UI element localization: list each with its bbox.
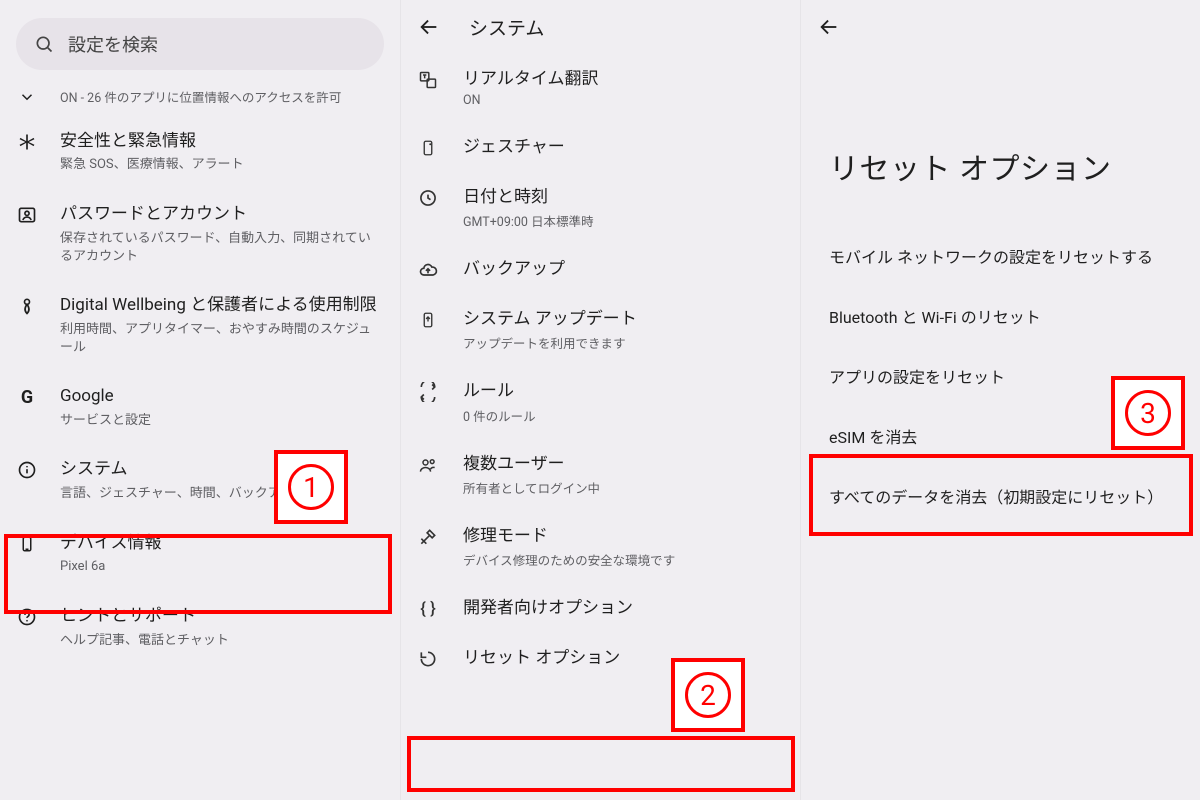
row-sub: 言語、ジェスチャー、時間、バックアップ [60,485,382,503]
row-sub: ON [463,93,782,108]
search-bar[interactable]: 設定を検索 [16,18,384,70]
sys-row-reset[interactable]: リセット オプション [401,633,800,683]
wellbeing-icon [12,294,42,316]
row-title: リセット オプション [463,647,782,669]
collapsed-sub: ON - 26 件のアプリに位置情報へのアクセスを許可 [60,90,382,108]
row-sub: 0 件のルール [463,406,782,425]
row-sub: デバイス修理のための安全な環境です [463,550,782,569]
translate-icon [415,68,441,90]
reset-item-btwifi[interactable]: Bluetooth と Wi-Fi のリセット [801,288,1200,348]
sys-row-rules[interactable]: ルール 0 件のルール [401,366,800,438]
pane-header [801,0,1200,54]
reset-item-erase-all[interactable]: すべてのデータを消去（初期設定にリセット） [801,468,1200,528]
reset-item-apps[interactable]: アプリの設定をリセット [801,348,1200,408]
reset-item-network[interactable]: モバイル ネットワークの設定をリセットする [801,228,1200,288]
reset-options-pane: リセット オプション モバイル ネットワークの設定をリセットする Bluetoo… [800,0,1200,800]
reset-item-esim[interactable]: eSIM を消去 [801,408,1200,468]
settings-row-wellbeing[interactable]: Digital Wellbeing と保護者による使用制限 利用時間、アプリタイ… [0,280,400,371]
settings-row-device[interactable]: デバイス情報 Pixel 6a [0,518,400,591]
settings-row-support[interactable]: ヒントとサポート ヘルプ記事、電話とチャット [0,591,400,664]
row-title: 開発者向けオプション [463,597,782,619]
pane-header: システム [401,0,800,54]
row-sub: GMT+09:00 日本標準時 [463,211,782,230]
row-title: リアルタイム翻訳 [463,68,782,90]
sys-row-dev[interactable]: { } 開発者向けオプション [401,583,800,633]
row-title: Digital Wellbeing と保護者による使用制限 [60,294,382,317]
sys-row-backup[interactable]: バックアップ [401,244,800,294]
row-title: バックアップ [463,258,782,280]
row-sub: 緊急 SOS、医療情報、アラート [60,156,382,174]
search-placeholder: 設定を検索 [68,31,158,57]
search-icon [34,34,54,54]
row-sub: サービスと設定 [60,412,382,430]
asterisk-icon [12,130,42,152]
row-sub: 利用時間、アプリタイマー、おやすみ時間のスケジュール [60,321,382,357]
back-button[interactable] [811,16,847,38]
row-sub: ヘルプ記事、電話とチャット [60,632,382,650]
settings-row-passwords[interactable]: パスワードとアカウント 保存されているパスワード、自動入力、同期されているアカウ… [0,189,400,280]
row-sub: 所有者としてログイン中 [463,478,782,497]
row-title: システム [60,458,382,481]
sys-row-update[interactable]: システム アップデート アップデートを利用できます [401,294,800,366]
row-title: ヒントとサポート [60,605,382,628]
phone-icon [12,532,42,554]
row-sub: アップデートを利用できます [463,333,782,352]
settings-row-google[interactable]: G Google サービスと設定 [0,371,400,444]
system-pane: システム リアルタイム翻訳 ON ジェスチャー 日付と時刻 GMT+09:00 … [400,0,800,800]
sys-row-users[interactable]: 複数ユーザー 所有者としてログイン中 [401,439,800,511]
update-icon [415,308,441,330]
settings-row-system[interactable]: システム 言語、ジェスチャー、時間、バックアップ [0,444,400,517]
sys-row-gesture[interactable]: ジェスチャー [401,122,800,172]
settings-row-safety[interactable]: 安全性と緊急情報 緊急 SOS、医療情報、アラート [0,116,400,189]
account-icon [12,203,42,225]
help-icon [12,605,42,627]
row-title: ジェスチャー [463,136,782,158]
sys-row-repair[interactable]: 修理モード デバイス修理のための安全な環境です [401,511,800,583]
rules-icon [415,380,441,402]
users-icon [415,453,441,475]
row-title: 修理モード [463,525,782,547]
row-title: デバイス情報 [60,532,382,555]
sys-row-datetime[interactable]: 日付と時刻 GMT+09:00 日本標準時 [401,172,800,244]
row-title: 日付と時刻 [463,186,782,208]
reset-icon [415,647,441,669]
highlight-reset-options [407,736,795,792]
settings-pane: 設定を検索 ON - 26 件のアプリに位置情報へのアクセスを許可 安全性と緊急… [0,0,400,800]
google-icon: G [12,385,42,408]
row-sub: Pixel 6a [60,558,382,576]
row-title: 複数ユーザー [463,453,782,475]
row-title: システム アップデート [463,308,782,330]
row-title: Google [60,385,382,408]
row-title: パスワードとアカウント [60,203,382,226]
info-icon [12,458,42,480]
chevron-down-icon [12,86,42,106]
repair-icon [415,525,441,547]
back-button[interactable] [411,16,447,38]
clock-icon [415,186,441,208]
row-title: ルール [463,380,782,402]
gesture-icon [415,136,441,158]
collapsed-location-row[interactable]: ON - 26 件のアプリに位置情報へのアクセスを許可 [0,78,400,116]
pane-title: システム [469,14,544,41]
row-sub: 保存されているパスワード、自動入力、同期されているアカウント [60,230,382,266]
sys-row-translate[interactable]: リアルタイム翻訳 ON [401,54,800,122]
page-title: リセット オプション [801,54,1200,228]
braces-icon: { } [415,597,441,619]
cloud-icon [415,258,441,280]
row-title: 安全性と緊急情報 [60,130,382,153]
